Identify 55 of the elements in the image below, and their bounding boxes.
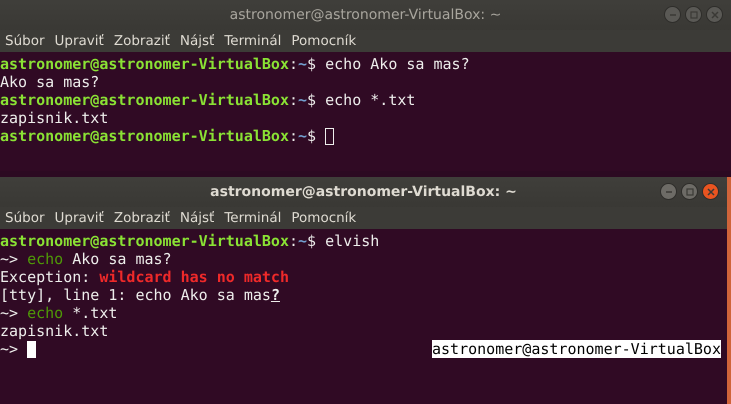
minimize-button[interactable] [664,6,681,23]
close-icon [706,188,714,196]
menu-item[interactable]: Súbor [5,210,45,226]
terminal-text: [tty], line 1: echo Ako sa mas [0,286,271,304]
terminal-text: Ako sa mas? [0,73,100,91]
terminal-text: zapisnik.txt [0,109,108,127]
prompt-host: astronomer@astronomer-VirtualBox [0,127,289,145]
menu-item[interactable]: Upraviť [54,210,104,226]
terminal-text: Ako sa mas? [71,250,172,268]
command-keyword: echo [27,250,64,268]
menu-item[interactable]: Upraviť [54,33,104,49]
prompt-path: ~ [298,232,308,250]
close-button[interactable] [706,6,723,23]
menu-item[interactable]: Terminál [224,210,282,226]
prompt-host: astronomer@astronomer-VirtualBox [0,55,289,73]
prompt-path: ~ [298,91,308,109]
minimize-button[interactable] [660,183,677,200]
menu-item[interactable]: Pomocník [291,33,356,49]
terminal-text: ~> [0,250,20,268]
terminal-text: $ echo *.txt [307,91,416,109]
close-icon [710,10,718,18]
terminal-text: $ echo Ako sa mas? [307,55,470,73]
menu-item[interactable]: Terminál [224,33,282,49]
command-keyword: echo [27,304,64,322]
prompt-path: ~ [298,127,308,145]
maximize-icon [690,10,698,18]
terminal-text: zapisnik.txt [0,322,108,340]
error-marker: ? [270,286,280,304]
terminal-text: ~> [0,340,20,358]
window-title: astronomer@astronomer-VirtualBox: ~ [210,184,517,200]
maximize-button[interactable] [681,183,698,200]
error-message: wildcard has no match [99,268,289,286]
terminal-text: ~> [0,304,20,322]
right-prompt: astronomer@astronomer-VirtualBox [432,340,721,358]
terminal-text: : [288,91,298,109]
terminal-text: : [288,232,298,250]
terminal-text: Exception: [0,268,92,286]
terminal-text: : [288,127,298,145]
menu-item[interactable]: Nájsť [180,33,214,49]
menu-item[interactable]: Zobraziť [114,210,170,226]
menu-item[interactable]: Zobraziť [114,33,170,49]
prompt-host: astronomer@astronomer-VirtualBox [0,232,289,250]
menu-item[interactable]: Nájsť [180,210,214,226]
menu-item[interactable]: Pomocník [291,210,356,226]
terminal-text: : [288,55,298,73]
maximize-button[interactable] [685,6,702,23]
terminal-text: $ elvish [307,232,380,250]
terminal-text: *.txt [71,304,118,322]
prompt-host: astronomer@astronomer-VirtualBox [0,91,289,109]
maximize-icon [686,188,694,196]
prompt-path: ~ [298,55,308,73]
terminal-text: $ [307,127,318,145]
close-button[interactable] [702,183,719,200]
menu-item[interactable]: Súbor [5,33,45,49]
window-title: astronomer@astronomer-VirtualBox: ~ [230,7,502,23]
